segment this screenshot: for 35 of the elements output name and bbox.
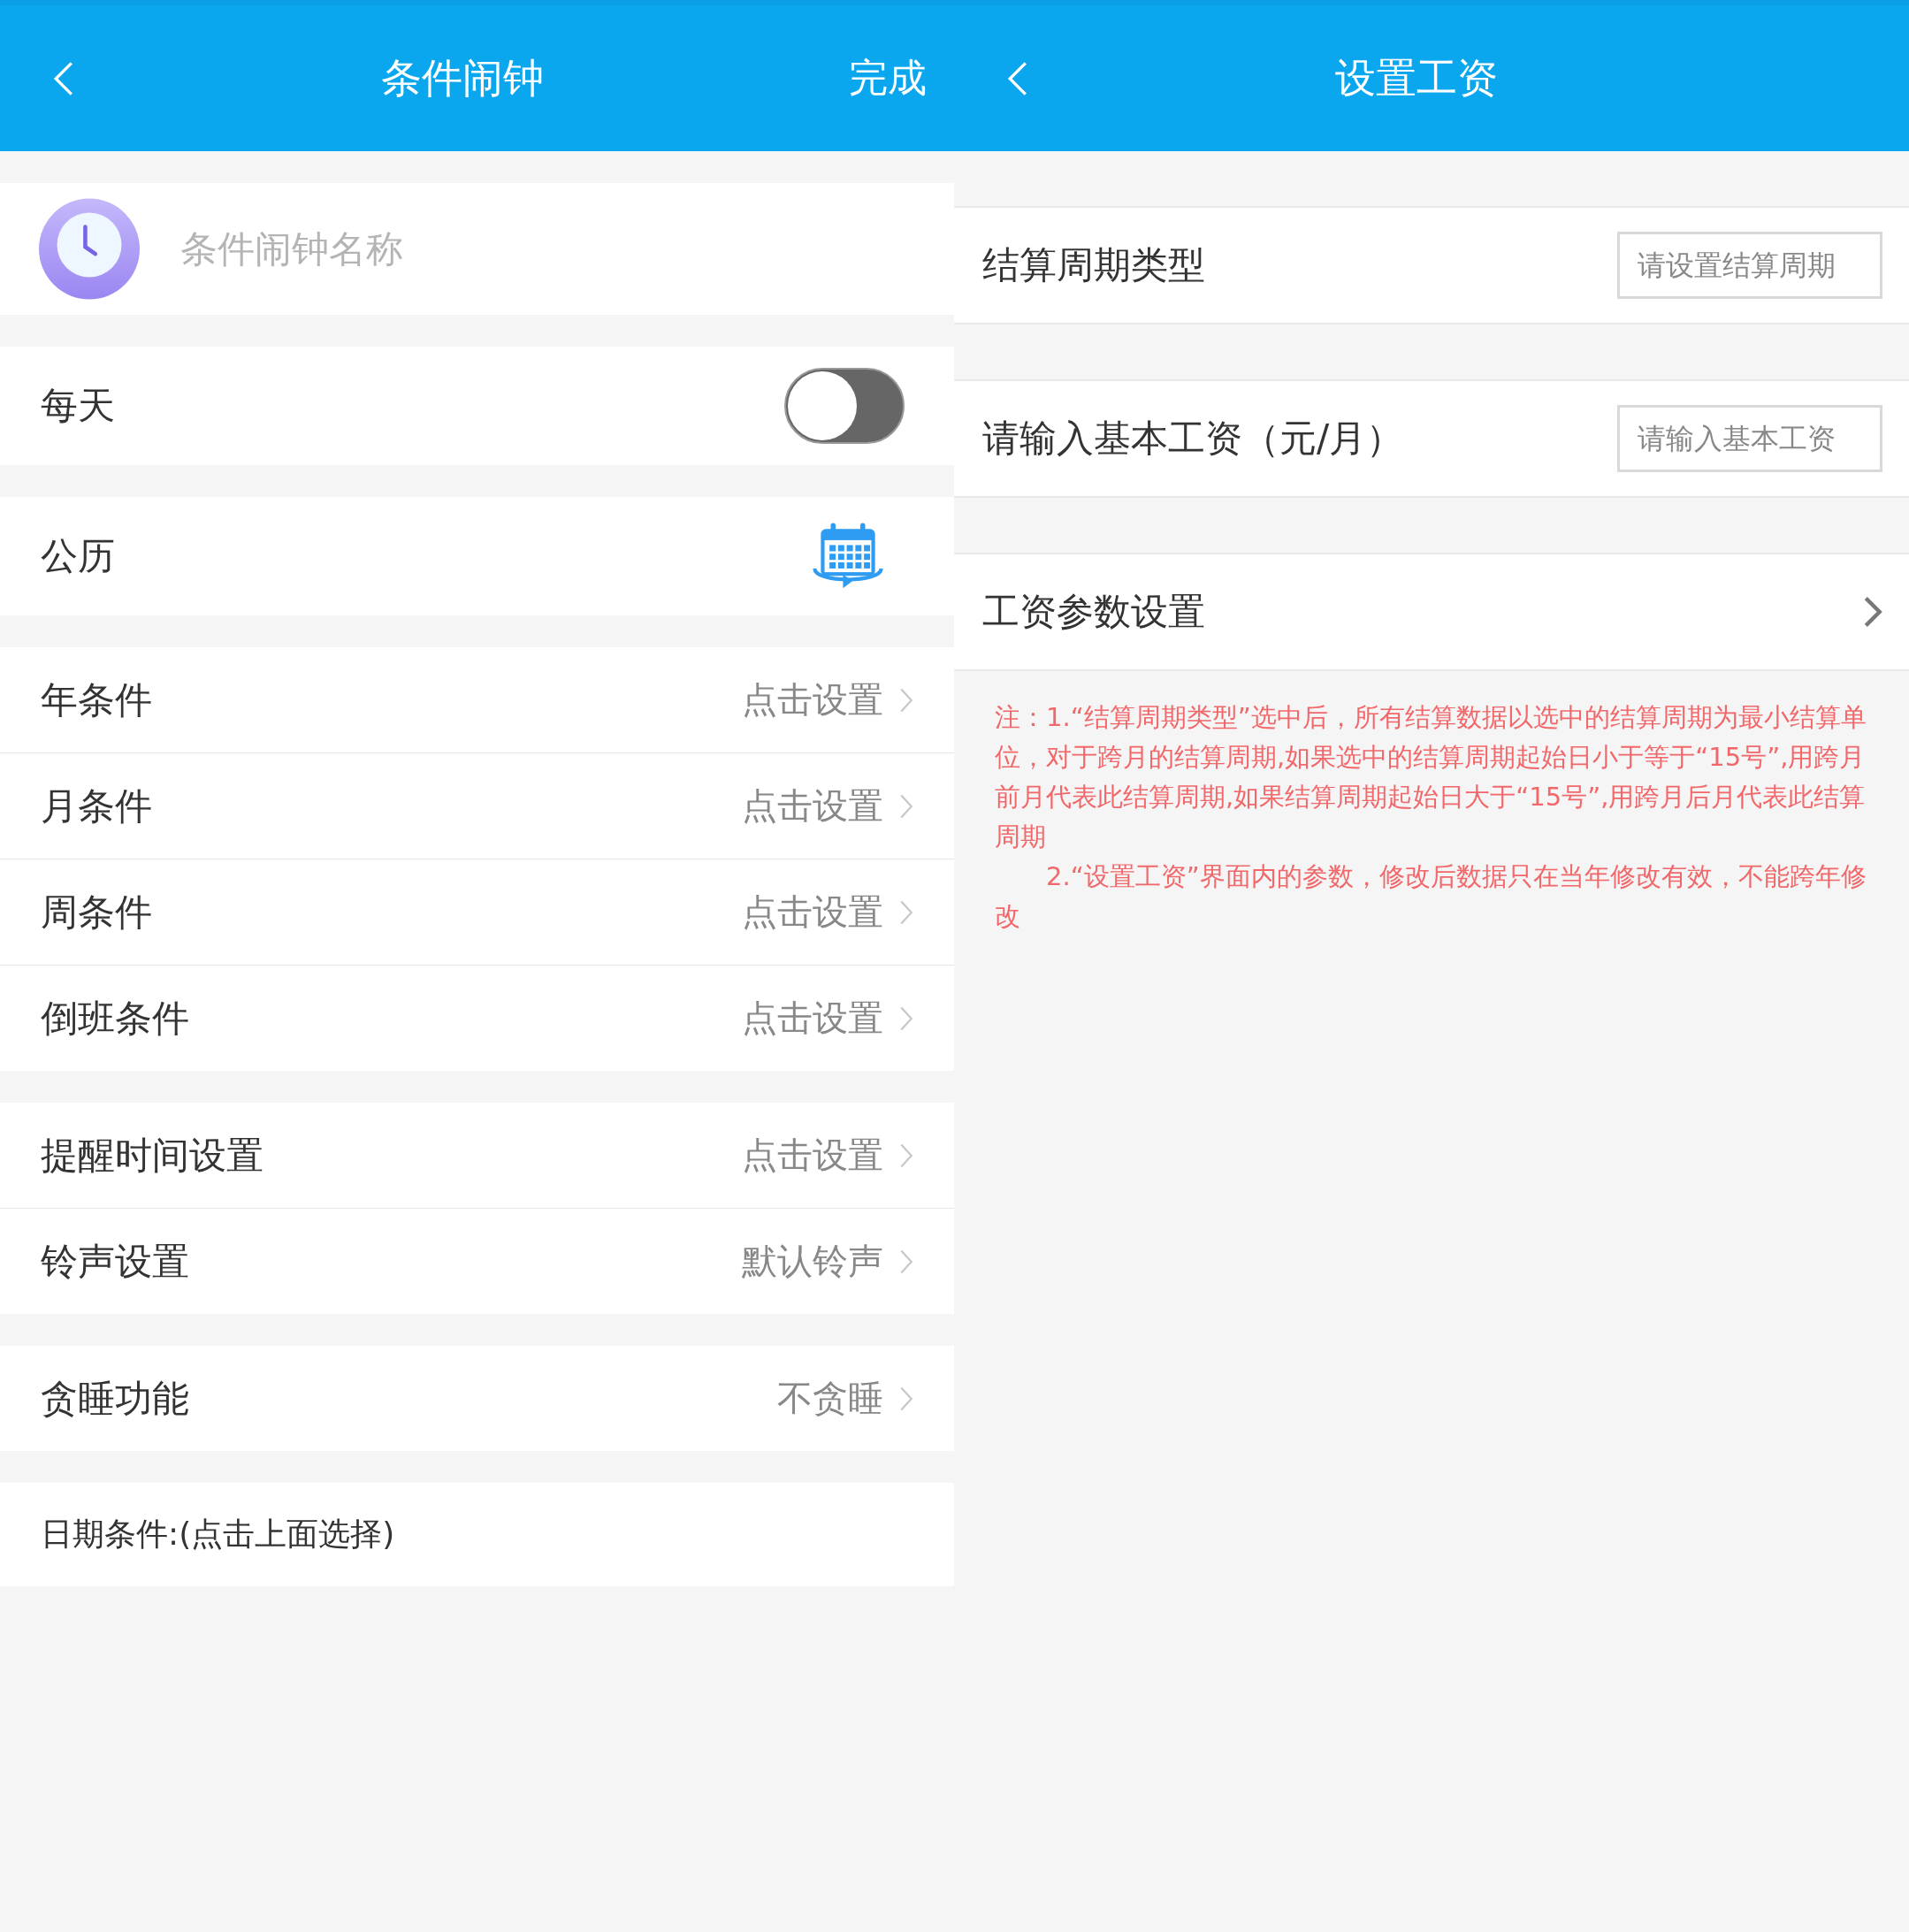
settings-row[interactable]: 铃声设置 默认铃声 bbox=[0, 1209, 954, 1314]
settings-row[interactable]: 提醒时间设置 点击设置 bbox=[0, 1103, 954, 1209]
settings-row[interactable]: 年条件 点击设置 bbox=[0, 647, 954, 753]
row-value: 点击设置 bbox=[742, 890, 883, 934]
row-value: 点击设置 bbox=[742, 784, 883, 828]
row-label: 年条件 bbox=[41, 676, 153, 723]
row-label: 铃声设置 bbox=[41, 1238, 190, 1285]
note-paragraph: 2.“设置工资”界面内的参数，修改后数据只在当年修改有效，不能跨年修改 bbox=[995, 860, 1867, 933]
row-label: 每天 bbox=[41, 383, 116, 429]
row-value: 不贪睡 bbox=[777, 1377, 883, 1420]
row-label: 公历 bbox=[41, 533, 116, 579]
alarm-name-field[interactable]: 条件闹钟名称 bbox=[179, 183, 954, 315]
settings-row[interactable]: 月条件 点击设置 bbox=[0, 753, 954, 859]
page-title: 条件闹钟 bbox=[379, 52, 545, 103]
row-value: 默认铃声 bbox=[742, 1240, 883, 1283]
row-label: 请输入基本工资（元/月） bbox=[982, 416, 1405, 462]
row-value: 点击设置 bbox=[742, 997, 883, 1040]
row-value: 点击设置 bbox=[742, 1134, 883, 1177]
row-label: 贪睡功能 bbox=[41, 1375, 190, 1422]
row-label: 月条件 bbox=[41, 783, 153, 829]
settings-row[interactable]: 周条件 点击设置 bbox=[0, 859, 954, 966]
input-field[interactable]: 请设置结算周期 bbox=[1617, 232, 1882, 299]
input-field[interactable]: 请输入基本工资 bbox=[1617, 405, 1882, 472]
date-conditions-label: 日期条件:(点击上面选择) bbox=[41, 1515, 395, 1554]
row-value: 点击设置 bbox=[742, 678, 883, 722]
row-label: 提醒时间设置 bbox=[41, 1132, 264, 1179]
settings-row[interactable]: 倒班条件 点击设置 bbox=[0, 966, 954, 1071]
settings-row[interactable]: 贪睡功能 不贪睡 bbox=[0, 1346, 954, 1451]
row-label: 结算周期类型 bbox=[982, 242, 1206, 288]
note-paragraph: 注：1.“结算周期类型”选中后，所有结算数据以选中的结算周期为最小结算单位，对于跨月的结算周期,如果选中的结算周期起始日小于等于“15号”,用跨月前月代表此结算周期,如果结算周期起始日大于“15号”,用跨月后月代表此结算周期 bbox=[995, 701, 1867, 853]
row-label: 周条件 bbox=[41, 889, 153, 935]
page-title: 设置工资 bbox=[1334, 52, 1499, 103]
row-label: 倒班条件 bbox=[41, 995, 190, 1042]
row-label: 工资参数设置 bbox=[982, 589, 1206, 635]
calendar-icon[interactable] bbox=[811, 522, 885, 591]
